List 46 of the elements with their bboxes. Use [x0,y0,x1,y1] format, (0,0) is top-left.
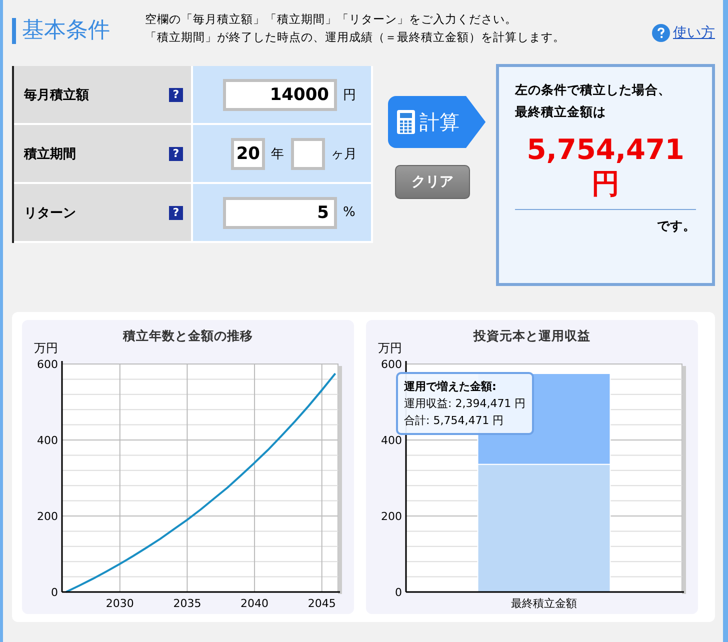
axis-tick-label: 2030 [106,597,134,610]
axis-tick-label: 400 [37,434,58,447]
axis-tick-label: 600 [37,358,58,371]
help-badge[interactable]: ? [169,146,183,160]
axis-unit-label: 万円 [34,340,58,357]
axis-tick-label: 200 [37,510,58,523]
help-badge[interactable]: ? [169,88,183,102]
help-icon[interactable] [652,24,670,42]
instruction-text: 「積立期間」が終了した時点の、運用成績（＝最終積立金額）を計算します。 [145,29,565,46]
axis-tick-label: 2045 [308,597,336,610]
input-field[interactable]: 20 [231,138,265,170]
result-unit: 円 [590,167,621,201]
axis-tick-label: 200 [381,510,402,523]
tooltip-text: 合計: 5,754,471 円 [404,413,505,429]
result-amount: 5,754,471 [526,133,686,167]
axis-tick-label: 2040 [240,597,269,610]
input-field[interactable]: 5 [223,196,337,228]
unit-label: 円 [343,86,357,104]
calculator-icon [396,109,416,135]
help-link[interactable]: 使い方 [673,24,715,42]
instruction-text: 空欄の「毎月積立額」「積立期間」「リターン」をご入力ください。 [145,11,518,28]
chart-title: 投資元本と運用収益 [472,328,592,345]
calculate-button[interactable]: 計算 [388,96,486,148]
field-label: 毎月積立額 [24,86,89,104]
unit-label: ヶ月 [331,146,357,162]
input-field[interactable]: 14000 [223,78,337,110]
result-suffix-text: です。 [656,218,696,235]
field-label: リターン [24,204,76,222]
axis-tick-label: 0 [51,586,58,599]
input-field[interactable] [291,138,325,170]
field-label: 積立期間 [24,146,76,162]
axis-unit-label: 万円 [378,340,402,357]
help-badge[interactable]: ? [169,206,183,220]
axis-tick-label: 2035 [173,597,202,610]
unit-label: % [343,205,356,220]
chart-title: 積立年数と金額の推移 [122,328,254,345]
result-intro-text: 最終積立金額は [515,103,608,121]
unit-label: 年 [271,146,285,162]
result-intro-text: 左の条件で積立した場合、 [515,81,672,99]
axis-tick-label: 0 [395,586,402,599]
axis-tick-label: 600 [381,358,402,371]
tooltip-title: 運用で増えた金額: [404,379,498,395]
axis-category-label: 最終積立金額 [511,597,577,610]
tooltip-text: 運用収益: 2,394,471 円 [404,396,526,412]
section-title: 基本条件 [12,18,137,44]
axis-tick-label: 400 [381,434,402,447]
